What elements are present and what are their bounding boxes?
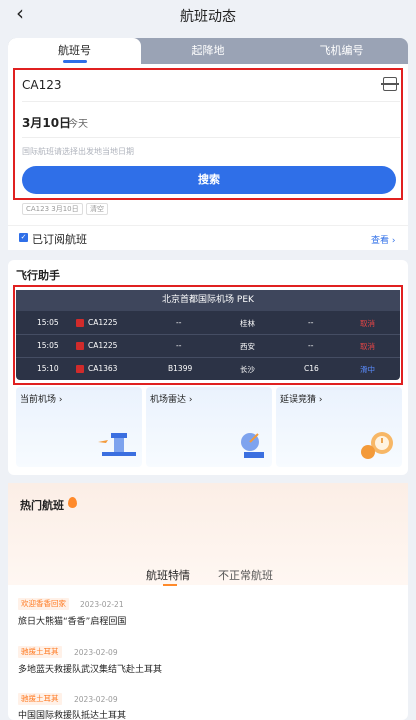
highlight-box-search — [13, 68, 403, 200]
tab-departure-arrival[interactable]: 起降地 — [141, 38, 275, 64]
flame-icon — [68, 497, 77, 508]
news-date: 2023-02-21 — [80, 600, 124, 609]
news-title[interactable]: 旅日大熊猫“香香”启程回国 — [18, 614, 126, 627]
highlight-box-board — [13, 285, 403, 385]
history-chip[interactable]: CA123 3月10日 — [22, 203, 83, 215]
section-title: 飞行助手 — [16, 269, 60, 282]
tile-label: 延误竞猜 › — [280, 395, 323, 405]
clear-history-button[interactable]: 清空 — [86, 203, 108, 215]
news-date: 2023-02-09 — [74, 695, 118, 704]
airport-tower-icon — [98, 433, 136, 456]
news-title[interactable]: 多地蓝天救援队武汉集结飞赴土耳其 — [18, 662, 162, 675]
news-tag: 驰援土耳其 — [18, 646, 62, 658]
tile-label: 机场雷达 › — [150, 395, 193, 405]
clock-coin-icon — [361, 432, 393, 459]
news-date: 2023-02-09 — [74, 648, 118, 657]
page-title: 航班动态 — [180, 9, 236, 25]
news-tag: 驰援土耳其 — [18, 693, 62, 705]
tab-irregular-flights[interactable]: 不正常航班 — [218, 567, 273, 583]
radar-dish-icon — [241, 433, 264, 458]
section-title: 热门航班 — [20, 499, 64, 512]
hot-flights-banner — [8, 483, 408, 585]
active-tab-indicator — [63, 60, 87, 63]
tab-aircraft-number[interactable]: 飞机编号 — [275, 38, 408, 64]
checkbox-icon: ✓ — [19, 233, 28, 242]
subscribed-label: 已订阅航班 — [32, 233, 87, 246]
tile-label: 当前机场 › — [20, 395, 63, 405]
news-tag: 欢迎香香回家 — [18, 598, 69, 610]
news-title[interactable]: 中国国际救援队抵达土耳其 — [18, 708, 126, 720]
active-tab-indicator — [163, 584, 177, 586]
view-all-link[interactable]: 查看 › — [371, 233, 395, 246]
tab-flight-news[interactable]: 航班特情 — [146, 567, 190, 583]
